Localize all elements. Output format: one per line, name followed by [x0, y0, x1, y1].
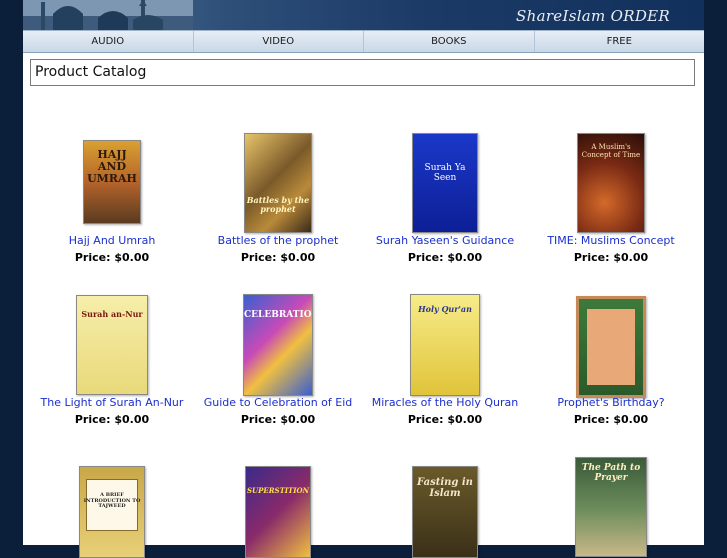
- nav-video[interactable]: VIDEO: [194, 31, 364, 52]
- product-price: Price: $0.00: [573, 413, 649, 426]
- product-price: Price: $0.00: [407, 413, 483, 426]
- nav-books[interactable]: BOOKS: [364, 31, 535, 52]
- cover-panel: [587, 309, 635, 385]
- main-nav: AUDIO VIDEO BOOKS FREE: [23, 30, 704, 53]
- book-cover-image[interactable]: Holy Qur'an: [410, 294, 480, 396]
- product-name-link[interactable]: The Light of Surah An-Nur: [29, 396, 195, 409]
- book-cover-image[interactable]: Fasting in Islam: [412, 466, 478, 558]
- book-cover-image[interactable]: SUPERSTITION: [245, 466, 311, 558]
- mosque-image: [23, 0, 193, 30]
- header-banner: ShareIslam ORDER: [23, 0, 704, 30]
- product-price: Price: $0.00: [240, 251, 316, 264]
- brand-title: ShareIslam ORDER: [516, 7, 670, 25]
- product-price: Price: $0.00: [407, 251, 483, 264]
- book-cover-image[interactable]: CELEBRATION: [243, 294, 313, 396]
- nav-audio[interactable]: AUDIO: [23, 31, 194, 52]
- product-name-link[interactable]: Prophet's Birthday?: [528, 396, 694, 409]
- book-cover-image[interactable]: HAJJ AND UMRAH: [83, 140, 141, 224]
- book-cover-image[interactable]: [576, 296, 646, 398]
- product-price: Price: $0.00: [74, 413, 150, 426]
- book-cover-image[interactable]: A Muslim's Concept of Time: [577, 133, 645, 233]
- book-cover-image[interactable]: A BRIEF INTRODUCTION TO TAJWEED: [79, 466, 145, 558]
- product-name-link[interactable]: Battles of the prophet: [195, 234, 361, 247]
- nav-free[interactable]: FREE: [535, 31, 705, 52]
- product-price: Price: $0.00: [74, 251, 150, 264]
- product-name-link[interactable]: Miracles of the Holy Quran: [362, 396, 528, 409]
- product-price: Price: $0.00: [573, 251, 649, 264]
- product-name-link[interactable]: Hajj And Umrah: [29, 234, 195, 247]
- book-cover-image[interactable]: Surah Ya Seen: [412, 133, 478, 233]
- product-price: Price: $0.00: [240, 413, 316, 426]
- product-name-link[interactable]: Surah Yaseen's Guidance: [362, 234, 528, 247]
- catalog-heading: Product Catalog: [30, 59, 695, 86]
- book-cover-image[interactable]: Battles by the prophet: [244, 133, 312, 233]
- product-name-link[interactable]: Guide to Celebration of Eid: [195, 396, 361, 409]
- page: ShareIslam ORDER AUDIO VIDEO BOOKS FREE …: [23, 0, 704, 558]
- book-cover-image[interactable]: Surah an-Nur: [76, 295, 148, 395]
- product-name-link[interactable]: TIME: Muslims Concept: [528, 234, 694, 247]
- book-cover-image[interactable]: The Path to Prayer: [575, 457, 647, 557]
